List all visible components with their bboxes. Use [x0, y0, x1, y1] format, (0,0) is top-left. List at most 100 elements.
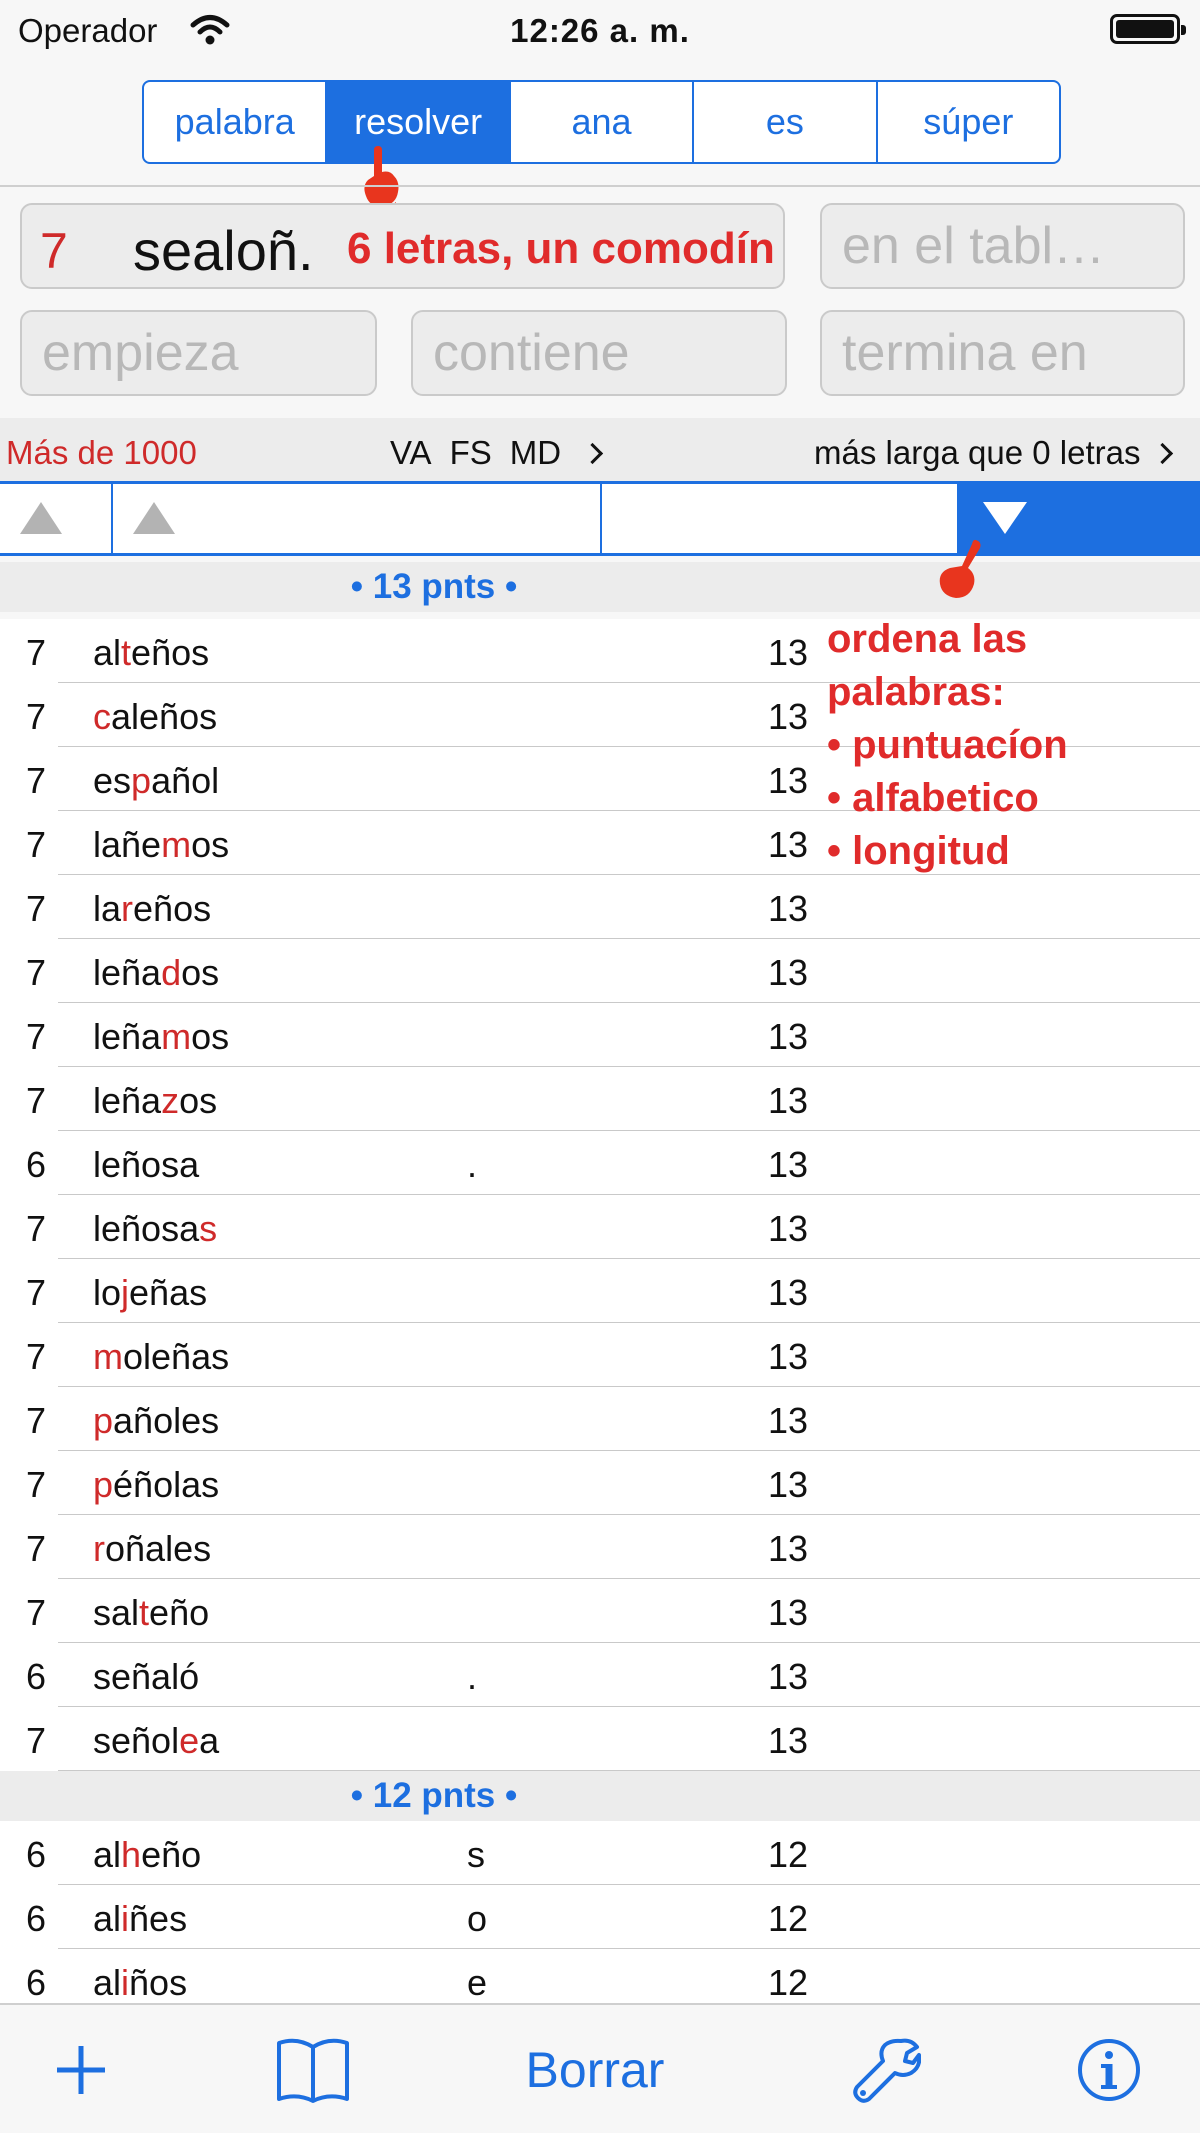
- word-segment: a: [199, 1720, 220, 1761]
- word-row[interactable]: 7 leñamos 13: [0, 1003, 1200, 1067]
- word-segment: añoles: [113, 1400, 220, 1441]
- word-segment: la: [93, 888, 122, 929]
- wildcard-letter: i: [121, 1962, 130, 2003]
- wrench-icon: [853, 2038, 921, 2103]
- header-separator: [0, 185, 1200, 187]
- word-segment: al: [93, 1962, 122, 2003]
- word-length: 7: [26, 1272, 47, 1313]
- word-segment: oleñas: [123, 1336, 230, 1377]
- word-row[interactable]: 7 leñazos 13: [0, 1067, 1200, 1131]
- book-icon: [277, 2038, 349, 2103]
- word-points: 13: [768, 1464, 809, 1505]
- segment-es[interactable]: es: [692, 82, 875, 162]
- wildcard-letter: i: [121, 1898, 130, 1939]
- sort-by-points-button[interactable]: [959, 484, 1200, 553]
- word-row[interactable]: 7 lojeñas 13: [0, 1259, 1200, 1323]
- info-button[interactable]: [1076, 2005, 1142, 2133]
- section-header: • 12 pnts •: [0, 1771, 1200, 1821]
- segment-super[interactable]: súper: [875, 82, 1059, 162]
- letters-value: sealoñ.: [133, 219, 314, 282]
- wildcard-annotation: 6 letras, un comodín: [347, 224, 775, 273]
- clear-button[interactable]: Borrar: [505, 2005, 685, 2133]
- board-field[interactable]: en el tabl…: [820, 203, 1185, 289]
- word-row[interactable]: 7 salteño 13: [0, 1579, 1200, 1643]
- min-length-button[interactable]: más larga que 0 letras: [814, 434, 1173, 472]
- dictionary-flags-button[interactable]: VA FS MD: [390, 434, 604, 472]
- word-length: 7: [26, 1336, 47, 1377]
- word-points: 13: [768, 1272, 809, 1313]
- word-segment: señaló: [93, 1656, 200, 1697]
- word-segment: os: [191, 1016, 230, 1057]
- word-points: 13: [768, 1720, 809, 1761]
- word-length: 7: [26, 1080, 47, 1121]
- section-header-label: • 12 pnts •: [350, 1776, 518, 1815]
- word-row[interactable]: 6 señaló. 13: [0, 1643, 1200, 1707]
- add-button[interactable]: [40, 2005, 122, 2133]
- settings-button[interactable]: [848, 2005, 924, 2133]
- word-row[interactable]: 7 señolea 13: [0, 1707, 1200, 1771]
- wildcard-letter: s: [199, 1208, 218, 1249]
- wildcard-letter: m: [161, 824, 192, 865]
- word-text: caleños: [93, 696, 217, 738]
- mode-segmented-control: palabra resolver ana es súper: [142, 80, 1061, 164]
- word-segment: oñales: [105, 1528, 212, 1569]
- sort-down-icon: [983, 502, 1027, 534]
- sort-annotation-item: • longitud: [827, 829, 1010, 873]
- word-segment: señol: [93, 1720, 180, 1761]
- word-text: leñados: [93, 952, 219, 994]
- word-row[interactable]: 7 pañoles 13: [0, 1387, 1200, 1451]
- word-length: 7: [26, 824, 47, 865]
- word-row[interactable]: 7 roñales 13: [0, 1515, 1200, 1579]
- dictionary-button[interactable]: [268, 2005, 358, 2133]
- word-text: péñolas: [93, 1464, 219, 1506]
- word-row[interactable]: 7 leñados 13: [0, 939, 1200, 1003]
- word-length: 6: [26, 1144, 47, 1185]
- word-length: 7: [26, 632, 47, 673]
- sort-annotation-title: ordena las palabras:: [827, 617, 1028, 714]
- word-points: 13: [768, 1592, 809, 1633]
- info-icon: [1078, 2039, 1140, 2101]
- word-length: 7: [26, 1464, 47, 1505]
- word-row[interactable]: 6 leñosa. 13: [0, 1131, 1200, 1195]
- word-length: 7: [26, 760, 47, 801]
- word-points: 13: [768, 1528, 809, 1569]
- segment-resolver[interactable]: resolver: [325, 82, 509, 162]
- word-length: 7: [26, 952, 47, 993]
- word-points: 13: [768, 760, 809, 801]
- word-row[interactable]: 7 péñolas 13: [0, 1451, 1200, 1515]
- chevron-right-icon: [581, 442, 604, 464]
- word-text: señaló: [93, 1656, 199, 1698]
- segment-palabra[interactable]: palabra: [144, 82, 325, 162]
- sort-by-length-button[interactable]: [0, 484, 113, 553]
- word-row[interactable]: 6 alheño s 12: [0, 1821, 1200, 1885]
- word-row[interactable]: 7 leñosas 13: [0, 1195, 1200, 1259]
- word-text: leñosa: [93, 1144, 199, 1186]
- word-points: 12: [768, 1834, 809, 1875]
- wildcard-letter: r: [93, 1528, 105, 1569]
- word-text: leñazos: [93, 1080, 217, 1122]
- flag-md: MD: [509, 434, 562, 471]
- word-length: 7: [26, 1720, 47, 1761]
- word-length: 6: [26, 1656, 47, 1697]
- segment-ana[interactable]: ana: [508, 82, 692, 162]
- word-row[interactable]: 7 moleñas 13: [0, 1323, 1200, 1387]
- word-text: leñosas: [93, 1208, 217, 1250]
- word-segment: al: [93, 1834, 122, 1875]
- word-text: lojeñas: [93, 1272, 207, 1314]
- sort-alphabetical-button[interactable]: [113, 484, 602, 553]
- word-text: alteños: [93, 632, 209, 674]
- sort-annotation-item: • alfabetico: [827, 776, 1039, 820]
- blank-letter: e: [467, 1962, 488, 2003]
- word-row[interactable]: 7 lareños 13: [0, 875, 1200, 939]
- word-row[interactable]: 6 aliñes o 12: [0, 1885, 1200, 1949]
- blank-letter: s: [467, 1834, 485, 1875]
- word-points: 13: [768, 1208, 809, 1249]
- word-text: alheño: [93, 1834, 201, 1876]
- starts-with-field[interactable]: empieza: [20, 310, 377, 396]
- word-segment: leñosa: [93, 1144, 200, 1185]
- sort-blank-column: [602, 484, 959, 553]
- ends-with-field[interactable]: termina en: [820, 310, 1185, 396]
- wildcard-letter: e: [179, 1720, 200, 1761]
- contains-field[interactable]: contiene: [411, 310, 787, 396]
- word-segment: lo: [93, 1272, 122, 1313]
